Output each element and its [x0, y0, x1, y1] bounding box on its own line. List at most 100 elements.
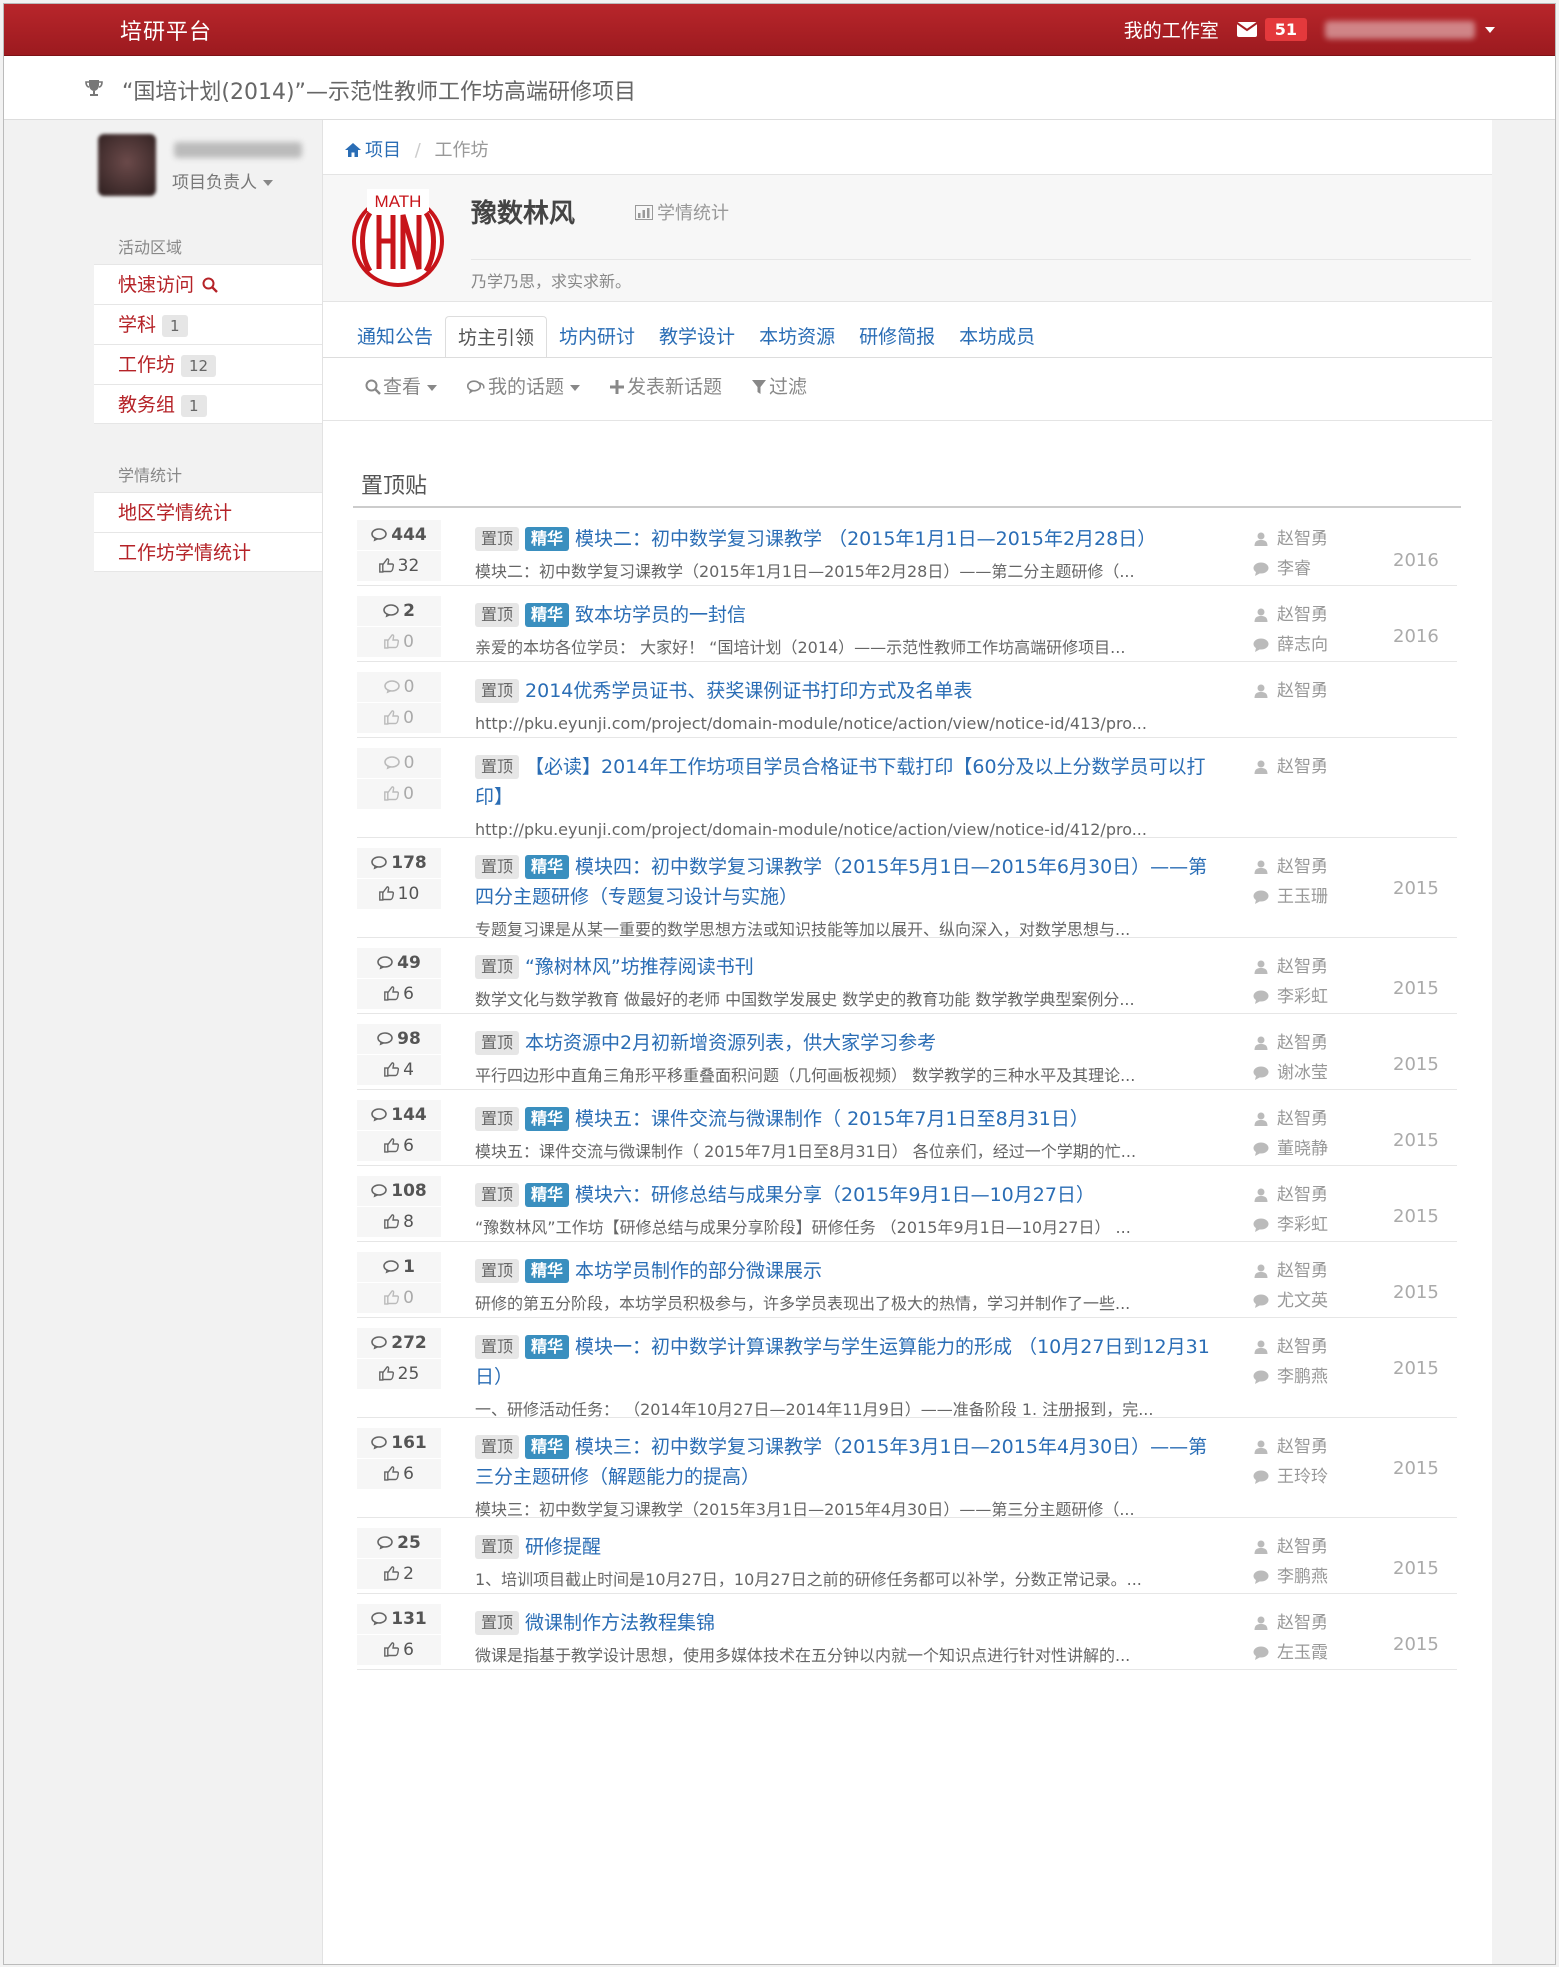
post-title-link[interactable]: 本坊学员制作的部分微课展示 — [575, 1260, 822, 1282]
post-title-link[interactable]: 【必读】2014年工作坊项目学员合格证书下载打印【60分及以上分数学员可以打印】 — [475, 756, 1206, 808]
post-row: 272 25 置顶 精华 模块一：初中数学计算课教学与学生运算能力的形成 （10月2… — [357, 1318, 1457, 1419]
post-author[interactable]: 赵智勇 — [1253, 1180, 1363, 1210]
sidebar-item-workshop-stats[interactable]: 工作坊学情统计 — [94, 532, 322, 572]
pinned-tag: 置顶 — [475, 855, 520, 879]
tab-item[interactable]: 本坊成员 — [947, 316, 1047, 358]
post-title-line: 置顶 2014优秀学员证书、获奖课例证书打印方式及名单表 — [475, 676, 1221, 706]
pinned-tag: 置顶 — [475, 1435, 520, 1459]
pinned-tag: 置顶 — [475, 755, 520, 779]
post-last-replier[interactable]: 王玉珊 — [1253, 882, 1363, 912]
post-title-link[interactable]: 微课制作方法教程集锦 — [525, 1612, 715, 1634]
user-role-menu[interactable]: 项目负责人 — [172, 168, 273, 193]
post-author[interactable]: 赵智勇 — [1253, 952, 1363, 982]
post-last-replier[interactable]: 谢冰莹 — [1253, 1058, 1363, 1088]
post-author[interactable]: 赵智勇 — [1253, 852, 1363, 882]
post-title-link[interactable]: 本坊资源中2月初新增资源列表，供大家学习参考 — [525, 1032, 936, 1054]
post-title-line: 置顶 精华 模块六：研修总结与成果分享（2015年9月1日—10月27日） — [475, 1180, 1221, 1210]
post-last-replier[interactable]: 李鹏燕 — [1253, 1562, 1363, 1592]
post-title-link[interactable]: 模块一：初中数学计算课教学与学生运算能力的形成 （10月27日到12月31日） — [475, 1336, 1210, 1388]
post-last-replier[interactable]: 李彩虹 — [1253, 1210, 1363, 1240]
post-title-link[interactable]: 模块五：课件交流与微课制作（ 2015年7月1日至8月31日） — [575, 1108, 1089, 1130]
post-year: 2016 — [1393, 626, 1439, 647]
tab-item[interactable]: 研修简报 — [847, 316, 947, 358]
workroom-link[interactable]: 我的工作室 — [1124, 16, 1219, 43]
post-last-replier[interactable]: 李鹏燕 — [1253, 1362, 1363, 1392]
post-author[interactable]: 赵智勇 — [1253, 752, 1363, 782]
sidebar-item-academic-group[interactable]: 教务组 1 — [94, 384, 322, 424]
post-title-line: 置顶 本坊资源中2月初新增资源列表，供大家学习参考 — [475, 1028, 1221, 1058]
my-topics-dropdown[interactable]: 我的话题 — [466, 372, 581, 399]
post-title-line: 置顶 精华 模块一：初中数学计算课教学与学生运算能力的形成 （10月27日到12月3… — [475, 1332, 1221, 1392]
reply-count-value: 178 — [391, 853, 427, 873]
workshop-logo: MATH — [352, 189, 444, 287]
avatar[interactable] — [98, 134, 156, 196]
tab-item[interactable]: 坊内研讨 — [547, 316, 647, 358]
sidebar-item-workshop[interactable]: 工作坊 12 — [94, 344, 322, 384]
post-last-replier[interactable]: 薛志向 — [1253, 630, 1363, 660]
post-last-replier[interactable]: 李睿 — [1253, 554, 1363, 584]
post-title-link[interactable]: 研修提醒 — [525, 1536, 601, 1558]
post-author[interactable]: 赵智勇 — [1253, 1332, 1363, 1362]
brand-logo[interactable]: 培研平台 — [120, 14, 212, 46]
project-title[interactable]: “国培计划(2014)”—示范性教师工作坊高端研修项目 — [122, 74, 636, 106]
breadcrumb-home[interactable]: 项目 — [345, 140, 407, 161]
thumbs-up-icon — [384, 1062, 400, 1077]
filter-button[interactable]: 过滤 — [752, 372, 807, 399]
workshop-stats-link[interactable]: 学情统计 — [635, 199, 729, 225]
post-title-link[interactable]: 2014优秀学员证书、获奖课例证书打印方式及名单表 — [525, 680, 972, 702]
post-last-replier[interactable]: 王玲玲 — [1253, 1462, 1363, 1492]
tab-item[interactable]: 坊主引领 — [445, 316, 548, 358]
post-author[interactable]: 赵智勇 — [1253, 1432, 1363, 1462]
messages-button[interactable]: 51 — [1236, 18, 1307, 41]
post-author[interactable]: 赵智勇 — [1253, 600, 1363, 630]
sidebar-item-region-stats[interactable]: 地区学情统计 — [94, 492, 322, 532]
reply-count-value: 25 — [397, 1533, 421, 1553]
comment-icon — [371, 1336, 388, 1350]
post-last-replier[interactable]: 尤文英 — [1253, 1286, 1363, 1316]
post-title-link[interactable]: “豫树林风”坊推荐阅读书刊 — [525, 956, 754, 978]
like-count-value: 4 — [403, 1060, 414, 1080]
like-count: 6 — [357, 1459, 441, 1489]
post-authors: 赵智勇 王玉珊 — [1253, 852, 1363, 912]
post-title-link[interactable]: 模块二：初中数学复习课教学 （2015年1月1日—2015年2月28日） — [575, 528, 1156, 550]
post-title-link[interactable]: 模块四：初中数学复习课教学（2015年5月1日—2015年6月30日）——第四分… — [475, 856, 1207, 908]
like-count: 2 — [357, 1559, 441, 1589]
tab-item[interactable]: 教学设计 — [647, 316, 747, 358]
post-content: 置顶 精华 模块六：研修总结与成果分享（2015年9月1日—10月27日） “豫数林… — [475, 1180, 1221, 1242]
sidebar-item-subject[interactable]: 学科 1 — [94, 304, 322, 344]
like-count-value: 2 — [403, 1564, 414, 1584]
post-author[interactable]: 赵智勇 — [1253, 1608, 1363, 1638]
user-menu[interactable] — [1325, 20, 1495, 39]
post-title-link[interactable]: 模块六：研修总结与成果分享（2015年9月1日—10月27日） — [575, 1184, 1095, 1206]
post-last-replier-name: 薛志向 — [1277, 635, 1328, 655]
pinned-tag: 置顶 — [475, 1335, 520, 1359]
sidebar-item-quick-access[interactable]: 快速访问 — [94, 264, 322, 304]
sidebar-item-label: 学科 — [118, 314, 157, 336]
thumbs-up-icon — [384, 710, 400, 725]
view-dropdown[interactable]: 查看 — [365, 372, 438, 399]
post-last-replier[interactable]: 董晓静 — [1253, 1134, 1363, 1164]
reply-count: 108 — [357, 1176, 441, 1206]
like-count: 6 — [357, 1131, 441, 1161]
post-counts: 178 10 — [357, 848, 441, 909]
tab-item[interactable]: 通知公告 — [345, 316, 445, 358]
post-row: 108 8 置顶 精华 模块六：研修总结与成果分享（2015年9月1日—10月27日… — [357, 1166, 1457, 1242]
sidebar-item-label: 工作坊学情统计 — [118, 542, 252, 564]
post-author[interactable]: 赵智勇 — [1253, 1532, 1363, 1562]
workshop-header: MATH 豫数林风 学情统计 乃学乃思，求实求新。 — [323, 174, 1492, 302]
post-author[interactable]: 赵智勇 — [1253, 676, 1363, 706]
new-topic-button[interactable]: 发表新话题 — [610, 372, 722, 399]
post-title-link[interactable]: 致本坊学员的一封信 — [575, 604, 746, 626]
post-counts: 272 25 — [357, 1328, 441, 1389]
post-author[interactable]: 赵智勇 — [1253, 524, 1363, 554]
post-author[interactable]: 赵智勇 — [1253, 1104, 1363, 1134]
like-count-value: 0 — [403, 708, 414, 728]
tab-item[interactable]: 本坊资源 — [747, 316, 847, 358]
post-last-replier-name: 谢冰莹 — [1277, 1063, 1328, 1083]
post-author[interactable]: 赵智勇 — [1253, 1256, 1363, 1286]
post-author[interactable]: 赵智勇 — [1253, 1028, 1363, 1058]
sidebar-item-count: 1 — [162, 314, 188, 337]
post-title-link[interactable]: 模块三：初中数学复习课教学（2015年3月1日—2015年4月30日）——第三分… — [475, 1436, 1207, 1488]
post-last-replier[interactable]: 左玉霞 — [1253, 1638, 1363, 1668]
post-last-replier[interactable]: 李彩虹 — [1253, 982, 1363, 1012]
